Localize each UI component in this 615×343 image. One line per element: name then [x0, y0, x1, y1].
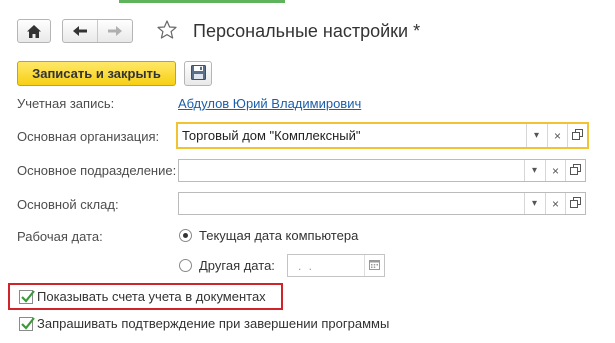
save-button[interactable] [184, 61, 212, 86]
organization-field[interactable]: Торговый дом "Комплексный" ▾ × [176, 122, 589, 149]
warehouse-label: Основной склад: [17, 197, 119, 212]
open-window-icon [572, 128, 583, 143]
radio-current-date[interactable] [179, 229, 192, 242]
calendar-button[interactable] [364, 255, 384, 276]
open-window-icon [570, 196, 581, 211]
warehouse-dropdown-button[interactable]: ▾ [524, 193, 544, 214]
radio-current-date-label[interactable]: Текущая дата компьютера [199, 228, 358, 243]
organization-value: Торговый дом "Комплексный" [182, 128, 361, 143]
organization-clear-button[interactable]: × [547, 124, 567, 147]
warehouse-open-button[interactable] [565, 193, 585, 214]
favorite-button[interactable] [155, 19, 179, 43]
arrow-left-icon [73, 26, 87, 36]
navigation-buttons [62, 19, 133, 43]
save-and-close-button[interactable]: Записать и закрыть [17, 61, 176, 86]
top-accent-bar [119, 0, 285, 3]
page-title: Персональные настройки * [193, 21, 421, 41]
checkbox-confirm-exit[interactable] [19, 317, 35, 331]
organization-open-button[interactable] [567, 124, 587, 147]
home-button[interactable] [17, 19, 51, 43]
department-clear-button[interactable]: × [545, 160, 565, 181]
organization-dropdown-button[interactable]: ▾ [526, 124, 546, 147]
radio-other-date[interactable] [179, 259, 192, 272]
department-field[interactable]: ▾ × [178, 159, 586, 182]
work-date-label: Рабочая дата: [17, 229, 103, 244]
open-window-icon [570, 163, 581, 178]
radio-other-date-label[interactable]: Другая дата: [199, 258, 275, 273]
star-icon [157, 20, 177, 42]
other-date-input[interactable]: . . [287, 254, 385, 277]
forward-button[interactable] [98, 20, 132, 42]
home-icon [27, 24, 41, 38]
other-date-value: . . [298, 258, 315, 273]
department-open-button[interactable] [565, 160, 585, 181]
floppy-disk-icon [190, 64, 206, 83]
back-button[interactable] [63, 20, 97, 42]
checkmark-icon [21, 290, 35, 303]
account-label: Учетная запись: [17, 96, 115, 111]
organization-label: Основная организация: [17, 129, 160, 144]
account-link[interactable]: Абдулов Юрий Владимирович [178, 96, 361, 111]
arrow-right-icon [108, 26, 122, 36]
warehouse-field[interactable]: ▾ × [178, 192, 586, 215]
checkmark-icon [21, 317, 35, 330]
department-dropdown-button[interactable]: ▾ [524, 160, 544, 181]
checkbox-confirm-exit-label[interactable]: Запрашивать подтверждение при завершении… [37, 316, 389, 331]
checkbox-show-accounts[interactable] [19, 290, 35, 304]
department-label: Основное подразделение: [17, 163, 177, 178]
calendar-icon [369, 258, 380, 273]
checkbox-show-accounts-label[interactable]: Показывать счета учета в документах [37, 289, 266, 304]
warehouse-clear-button[interactable]: × [545, 193, 565, 214]
